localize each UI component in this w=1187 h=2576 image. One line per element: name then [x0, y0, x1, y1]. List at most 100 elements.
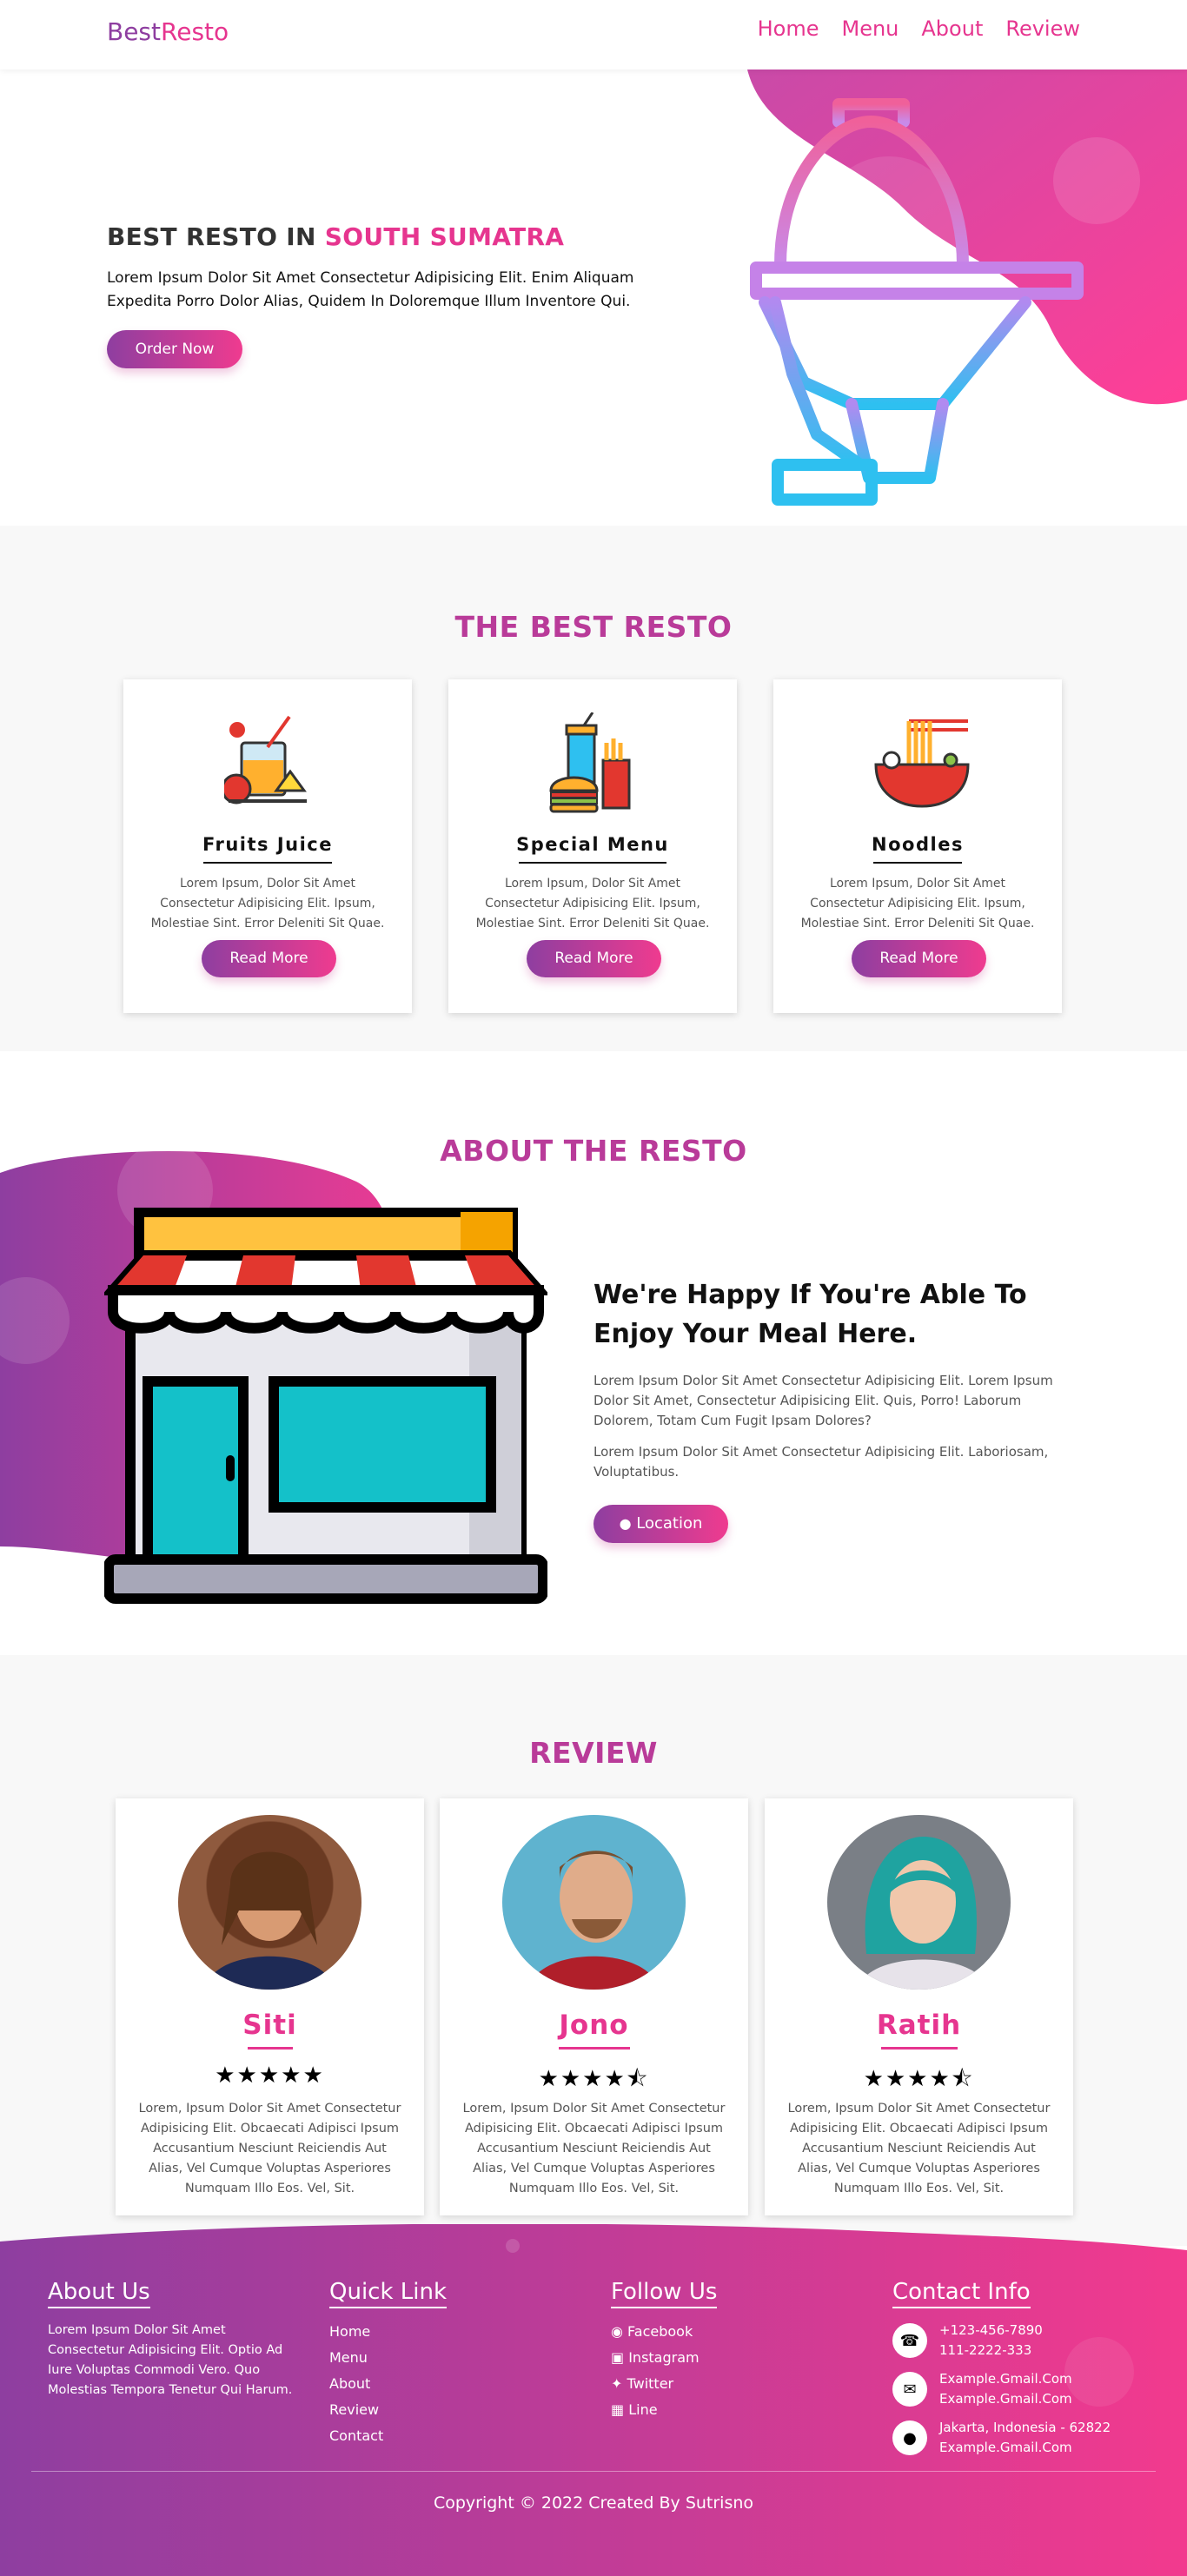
reviewer-name: Ratih [876, 2010, 962, 2041]
review-card-jono: Jono ★★★★⯪ Lorem, Ipsum Dolor Sit Amet C… [440, 1798, 748, 2215]
noodles-icon [874, 719, 970, 808]
review-card-ratih: Ratih ★★★★⯪ Lorem, Ipsum Dolor Sit Amet … [765, 1798, 1073, 2215]
review-section-title: REVIEW [529, 1736, 658, 1770]
hero-title-text: BEST RESTO IN [107, 222, 325, 251]
reviewer-name: Jono [559, 2010, 629, 2041]
contact-address-text: Jakarta, Indonesia - 62822 Example.Gmail.… [939, 2418, 1111, 2458]
envelope-icon: ✉ [892, 2372, 927, 2407]
about-section-title: ABOUT THE RESTO [440, 1134, 747, 1168]
nav-link-review[interactable]: Review [1005, 17, 1080, 41]
brand-logo[interactable]: BestResto [107, 17, 229, 46]
contact-email-text: Example.Gmail.Com Example.Gmail.Com [939, 2369, 1072, 2409]
navbar: BestResto Home Menu About Review [0, 0, 1187, 70]
location-button-label: Location [636, 1514, 703, 1533]
map-marker-icon: ● [892, 2420, 927, 2455]
copyright: Copyright © 2022 Created By Sutrisno [433, 2493, 754, 2513]
contact-email-1: Example.Gmail.Com [939, 2371, 1072, 2387]
brand-text-best: Best [107, 17, 162, 46]
footer-quick-links: Quick Link Home Menu About Review Contac… [329, 2279, 448, 2449]
twitter-icon: ✦ [611, 2375, 627, 2392]
footer-about: About Us Lorem Ipsum Dolor Sit Amet Cons… [48, 2279, 300, 2401]
footer-quick-title: Quick Link [329, 2279, 448, 2308]
location-button[interactable]: ● Location [594, 1505, 728, 1543]
facebook-label: Facebook [627, 2323, 693, 2340]
review-text: Lorem, Ipsum Dolor Sit Amet Consectetur … [138, 2102, 401, 2195]
footer-link-menu[interactable]: Menu [329, 2349, 368, 2366]
fastfood-icon [549, 712, 631, 813]
facebook-link[interactable]: ◉ Facebook [611, 2323, 693, 2340]
best-section: THE BEST RESTO Fruits Juice Lorem Ipsum,… [0, 526, 1187, 1051]
name-underline [880, 2047, 958, 2050]
contact-email: ✉ Example.Gmail.Com Example.Gmail.Com [892, 2369, 1111, 2409]
menu-card-noodles: Noodles Lorem Ipsum, Dolor Sit Amet Cons… [773, 679, 1062, 1013]
half-star-icon: ⯪ [951, 2066, 975, 2092]
line-link[interactable]: ▦ Line [611, 2401, 658, 2418]
footer-contact-title: Contact Info [892, 2279, 1031, 2308]
star-rating: ★★★★★ [215, 2063, 325, 2089]
contact-email-2: Example.Gmail.Com [939, 2391, 1072, 2407]
twitter-link[interactable]: ✦ Twitter [611, 2375, 673, 2392]
nav-link-menu[interactable]: Menu [841, 17, 899, 41]
reviewer-name: Siti [242, 2010, 297, 2041]
footer-link-review[interactable]: Review [329, 2401, 379, 2418]
contact-address: ● Jakarta, Indonesia - 62822 Example.Gmai… [892, 2418, 1111, 2458]
phone-icon: ☎ [892, 2323, 927, 2358]
best-section-title: THE BEST RESTO [454, 610, 733, 644]
line-label: Line [628, 2401, 658, 2418]
line-icon: ▦ [611, 2401, 629, 2418]
review-text: Lorem, Ipsum Dolor Sit Amet Consectetur … [462, 2102, 726, 2195]
read-more-button[interactable]: Read More [852, 940, 986, 977]
star-rating-full: ★★★★ [863, 2066, 952, 2092]
hero-description: Lorem Ipsum Dolor Sit Amet Consectetur A… [107, 269, 634, 310]
read-more-button[interactable]: Read More [202, 940, 336, 977]
footer-follow-title: Follow Us [611, 2279, 718, 2308]
read-more-button[interactable]: Read More [527, 940, 661, 977]
contact-phone-text: +123-456-7890 111-2222-333 [939, 2321, 1043, 2361]
menu-card-description: Lorem Ipsum, Dolor Sit Amet Consectetur … [150, 877, 385, 930]
footer-link-about[interactable]: About [329, 2375, 370, 2392]
star-rating: ★★★★⯪ [440, 2063, 748, 2101]
instagram-label: Instagram [628, 2349, 700, 2366]
twitter-label: Twitter [627, 2375, 674, 2392]
about-heading: We're Happy If You're Able To Enjoy Your… [594, 1280, 1027, 1349]
nav-link-about[interactable]: About [921, 17, 983, 41]
contact-address-1: Jakarta, Indonesia - 62822 [939, 2420, 1111, 2435]
contact-phone-2: 111-2222-333 [939, 2342, 1032, 2358]
hero-title: BEST RESTO IN SOUTH SUMATRA [107, 222, 564, 251]
nav-links: Home Menu About Review [758, 17, 1080, 41]
footer-link-contact[interactable]: Contact [329, 2427, 383, 2444]
menu-card-special: Special Menu Lorem Ipsum, Dolor Sit Amet… [448, 679, 737, 1013]
menu-card-juice: Fruits Juice Lorem Ipsum, Dolor Sit Amet… [123, 679, 412, 1013]
about-paragraph-1: Lorem Ipsum Dolor Sit Amet Consectetur A… [594, 1373, 1053, 1428]
title-underline [203, 862, 332, 864]
star-rating-full: ★★★★ [538, 2066, 627, 2092]
half-star-icon: ⯪ [626, 2066, 650, 2092]
facebook-icon: ◉ [611, 2323, 628, 2340]
about-paragraph-2: Lorem Ipsum Dolor Sit Amet Consectetur A… [594, 1444, 1049, 1480]
menu-card-description: Lorem Ipsum, Dolor Sit Amet Consectetur … [475, 877, 710, 930]
title-underline [519, 862, 666, 864]
nav-link-home[interactable]: Home [758, 17, 819, 41]
hero-title-highlight: SOUTH SUMATRA [324, 222, 565, 251]
menu-card-description: Lorem Ipsum, Dolor Sit Amet Consectetur … [800, 877, 1035, 930]
contact-phone: ☎ +123-456-7890 111-2222-333 [892, 2321, 1111, 2361]
menu-card-title: Special Menu [516, 834, 669, 855]
instagram-icon: ▣ [611, 2349, 629, 2366]
menu-card-title: Fruits Juice [202, 834, 333, 855]
brand-text-resto: Resto [161, 17, 229, 46]
review-section: REVIEW Siti ★★★★★ Lorem, Ipsum Dolor Sit… [0, 1655, 1187, 2246]
map-marker-icon: ● [619, 1515, 632, 1532]
contact-phone-1: +123-456-7890 [939, 2322, 1043, 2338]
footer-link-home[interactable]: Home [329, 2323, 370, 2340]
review-card-siti: Siti ★★★★★ Lorem, Ipsum Dolor Sit Amet C… [116, 1798, 424, 2215]
hero-illustration [747, 70, 1187, 506]
name-underline [558, 2047, 630, 2050]
footer-contact: Contact Info ☎ +123-456-7890 111-2222-333… [892, 2279, 1111, 2458]
footer: About Us Lorem Ipsum Dolor Sit Amet Cons… [0, 2224, 1187, 2576]
order-now-button[interactable]: Order Now [107, 330, 242, 368]
instagram-link[interactable]: ▣ Instagram [611, 2349, 700, 2366]
hero-section: BEST RESTO IN SOUTH SUMATRA Lorem Ipsum … [0, 70, 1187, 526]
avatar [502, 1815, 686, 1990]
footer-divider [31, 2471, 1156, 2472]
name-underline [247, 2047, 293, 2050]
